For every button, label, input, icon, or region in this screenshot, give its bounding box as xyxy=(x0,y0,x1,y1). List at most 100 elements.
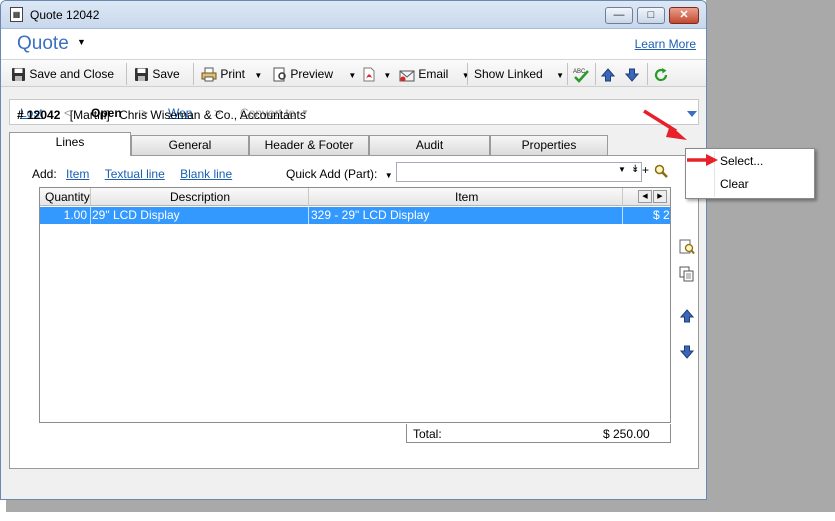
pdf-button[interactable]: ▼ xyxy=(362,65,391,83)
preview-page-icon xyxy=(273,67,286,82)
cell-divider xyxy=(90,207,91,224)
tab-strip: Lines General Header & Footer Audit Prop… xyxy=(9,132,699,156)
preview-button[interactable]: Preview ▼ xyxy=(272,65,356,83)
toolbar-divider xyxy=(567,63,568,85)
arrow-down-icon[interactable] xyxy=(679,344,695,360)
title-bar[interactable]: ▦ Quote 12042 — □ ✕ xyxy=(1,1,706,29)
table-row[interactable]: 1.00 29" LCD Display 329 - 29" LCD Displ… xyxy=(40,207,670,224)
chevron-down-icon[interactable]: ▼ xyxy=(254,71,262,80)
refresh-button[interactable] xyxy=(653,65,669,83)
column-divider xyxy=(90,188,91,206)
floppy-disk-icon xyxy=(135,68,148,82)
printer-icon xyxy=(201,67,217,82)
move-up-button[interactable] xyxy=(601,65,615,83)
floppy-disk-icon xyxy=(12,68,25,82)
chevron-down-icon[interactable]: ▼ xyxy=(383,71,391,80)
spell-check-icon: ABC xyxy=(573,69,589,83)
toolbar-divider xyxy=(467,63,468,85)
close-icon: ✕ xyxy=(679,9,689,21)
column-divider xyxy=(308,188,309,206)
cell-description: 29" LCD Display xyxy=(92,208,180,222)
quote-window: ▦ Quote 12042 — □ ✕ Quote ▼ Learn More S… xyxy=(0,0,707,500)
document-icon: ▦ xyxy=(10,7,23,22)
cell-item: 329 - 29" LCD Display xyxy=(311,208,430,222)
minimize-icon: — xyxy=(613,9,625,21)
refresh-icon xyxy=(654,67,668,81)
search-icon[interactable] xyxy=(654,164,668,178)
email-button[interactable]: Email ▼ xyxy=(399,65,470,83)
window-shadow-right xyxy=(706,0,835,512)
tab-general[interactable]: General xyxy=(131,135,249,155)
cell-amount: $ 2 xyxy=(653,208,670,222)
menu-item-clear[interactable]: Clear xyxy=(720,177,749,191)
show-linked-button[interactable]: Show Linked ▼ xyxy=(474,65,564,83)
print-button[interactable]: Print ▼ xyxy=(201,65,262,83)
quick-add-label-text: Quick Add (Part): xyxy=(286,167,378,181)
copy-icon[interactable] xyxy=(679,266,695,282)
toolbar: Save and Close Save Print ▼ Preview ▼ ▼ xyxy=(1,59,706,87)
save-label: Save xyxy=(152,67,180,81)
column-description[interactable]: Description xyxy=(170,190,230,204)
toolbar-divider xyxy=(193,63,194,85)
menu-item-select[interactable]: Select... xyxy=(720,154,763,168)
email-icon xyxy=(399,70,415,82)
cell-quantity: 1.00 xyxy=(63,208,87,222)
total-label: Total: xyxy=(413,427,442,441)
toolbar-divider xyxy=(595,63,596,85)
column-item[interactable]: Item xyxy=(455,190,478,204)
scroll-left-icon[interactable]: ◀ xyxy=(638,190,652,203)
maximize-icon: □ xyxy=(647,9,655,21)
show-linked-label: Show Linked xyxy=(474,67,543,81)
quote-number: # 12042 xyxy=(17,108,61,122)
minimize-button[interactable]: — xyxy=(605,7,633,24)
add-blank-line-link[interactable]: Blank line xyxy=(180,167,232,181)
pdf-icon xyxy=(363,67,375,82)
quick-add-input[interactable] xyxy=(396,162,642,182)
preview-label: Preview xyxy=(290,67,334,81)
cell-divider xyxy=(308,207,309,224)
lines-grid: Quantity Description Item ◀ ▶ 1.00 29" L… xyxy=(39,187,671,423)
spell-check-button[interactable]: ABC xyxy=(572,65,590,83)
tab-header-footer[interactable]: Header & Footer xyxy=(249,135,369,155)
find-in-page-icon[interactable] xyxy=(679,239,695,255)
chevron-down-icon[interactable]: ▼ xyxy=(618,165,626,174)
arrow-up-icon[interactable] xyxy=(679,308,695,324)
add-line-row: Add: Item Textual line Blank line xyxy=(32,167,232,181)
save-close-label: Save and Close xyxy=(29,67,115,81)
save-close-button[interactable]: Save and Close xyxy=(11,65,114,83)
tab-lines[interactable]: Lines xyxy=(9,132,131,156)
close-button[interactable]: ✕ xyxy=(669,7,699,24)
chevron-down-icon[interactable]: ▼ xyxy=(77,37,86,47)
learn-more-link[interactable]: Learn More xyxy=(635,37,696,51)
save-button[interactable]: Save xyxy=(134,65,180,83)
tab-audit[interactable]: Audit xyxy=(369,135,490,155)
total-value: $ 250.00 xyxy=(603,427,650,441)
grid-header: Quantity Description Item ◀ ▶ xyxy=(40,188,670,206)
annotation-arrow-icon xyxy=(687,154,718,166)
print-label: Print xyxy=(220,67,246,81)
add-label: Add: xyxy=(32,167,57,181)
window-title: Quote 12042 xyxy=(30,8,100,22)
column-quantity[interactable]: Quantity xyxy=(45,190,90,204)
chevron-down-icon[interactable]: ▼ xyxy=(385,171,393,180)
annotation-arrow-icon xyxy=(643,109,687,140)
quote-owner: [Martin] xyxy=(69,108,110,122)
move-down-button[interactable] xyxy=(625,65,639,83)
page-title[interactable]: Quote xyxy=(17,33,69,55)
page-header: Quote ▼ Learn More xyxy=(1,29,706,59)
plus-icon[interactable]: + xyxy=(642,163,649,177)
quick-add-label[interactable]: Quick Add (Part): ▼ xyxy=(286,167,393,181)
double-chevron-icon[interactable]: ↡ xyxy=(631,164,639,175)
maximize-button[interactable]: □ xyxy=(637,7,665,24)
add-item-link[interactable]: Item xyxy=(66,167,89,181)
chevron-down-icon[interactable]: ▼ xyxy=(462,71,470,80)
scroll-right-icon[interactable]: ▶ xyxy=(653,190,667,203)
toolbar-divider xyxy=(647,63,648,85)
window-shadow-bottom xyxy=(6,500,835,512)
chevron-down-icon[interactable]: ▼ xyxy=(348,71,356,80)
chevron-down-icon[interactable]: ▼ xyxy=(556,71,564,80)
add-textual-line-link[interactable]: Textual line xyxy=(105,167,165,181)
tab-properties[interactable]: Properties xyxy=(490,135,608,155)
arrow-up-icon xyxy=(601,68,615,82)
quote-info: # 12042 [Martin] Chris Wiseman & Co., Ac… xyxy=(17,108,306,122)
